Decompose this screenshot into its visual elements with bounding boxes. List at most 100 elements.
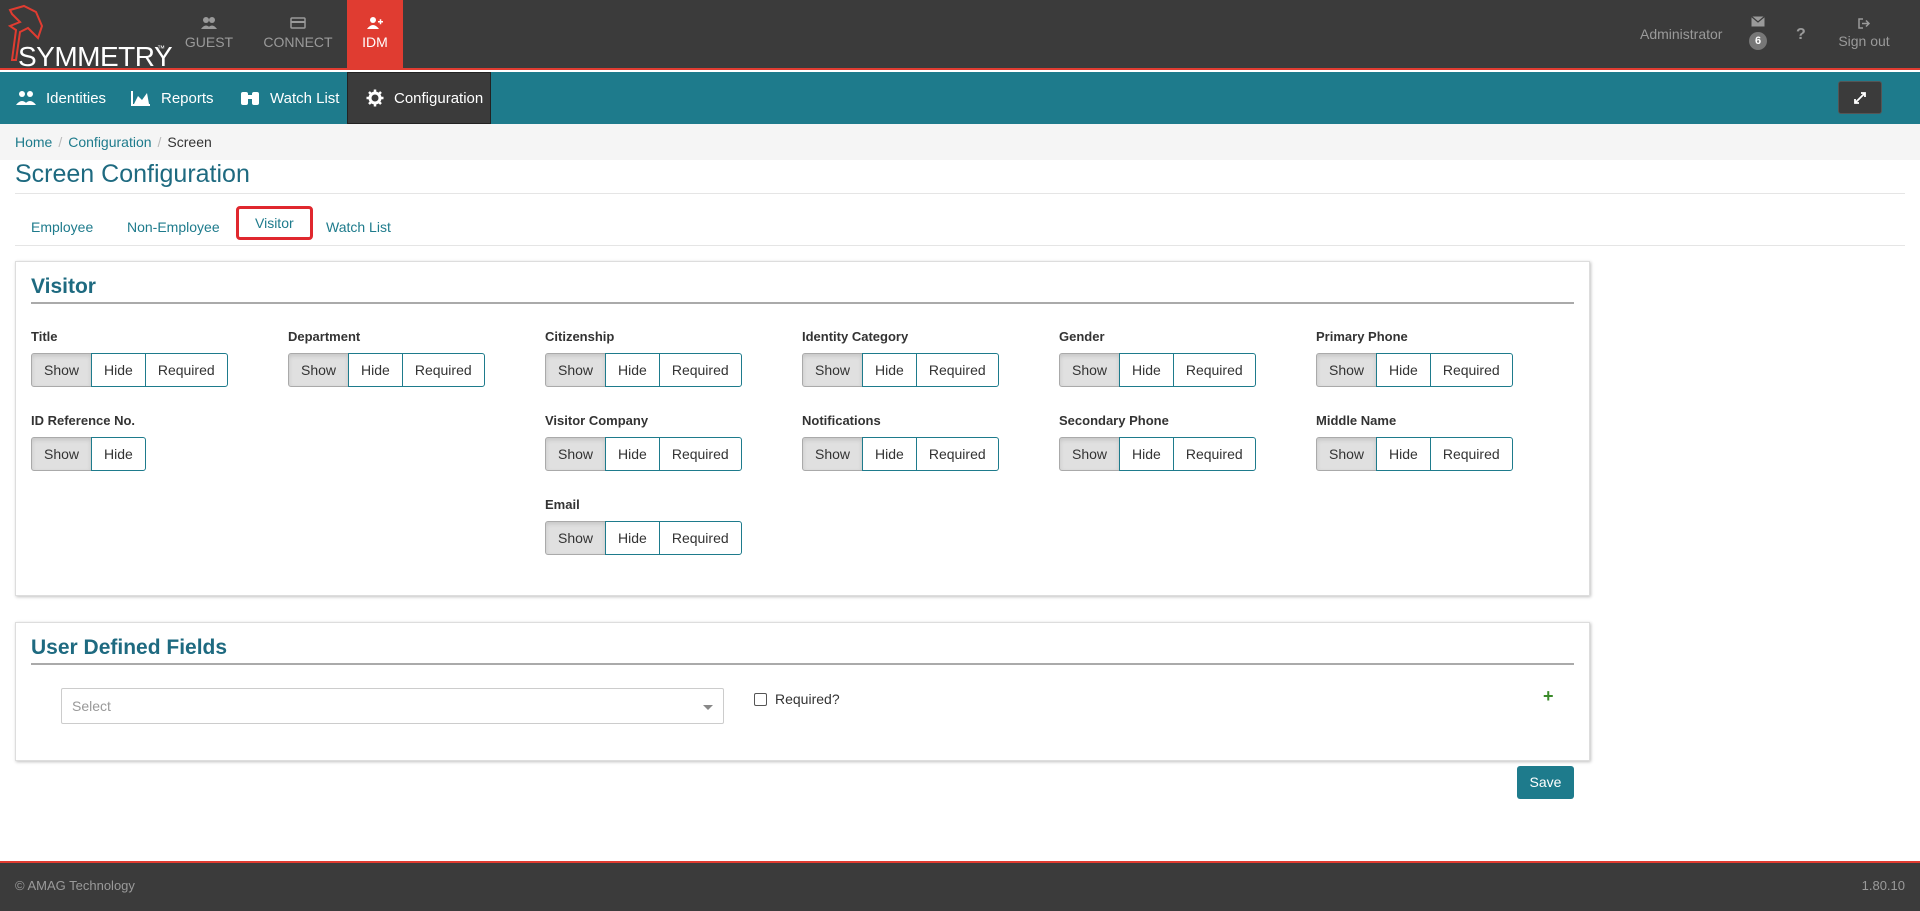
app-tab-idm[interactable]: IDM bbox=[347, 0, 403, 70]
user-defined-fields-panel: User Defined Fields Select Required? + bbox=[15, 622, 1590, 761]
save-button[interactable]: Save bbox=[1517, 766, 1574, 799]
required-option[interactable]: Required bbox=[1172, 437, 1256, 471]
show-option[interactable]: Show bbox=[802, 353, 864, 387]
page-title: Screen Configuration bbox=[15, 160, 250, 188]
required-option[interactable]: Required bbox=[915, 353, 999, 387]
fullscreen-button[interactable] bbox=[1838, 81, 1882, 114]
field-email: Email Show Hide Required bbox=[545, 497, 742, 555]
top-bar: SYMMETRY ™ GUEST CONNECT IDM Administrat… bbox=[0, 0, 1920, 72]
hide-option[interactable]: Hide bbox=[1119, 353, 1174, 387]
show-option[interactable]: Show bbox=[31, 437, 93, 471]
users-icon bbox=[16, 91, 36, 105]
field-secondary-phone: Secondary Phone Show Hide Required bbox=[1059, 413, 1256, 471]
show-option[interactable]: Show bbox=[545, 353, 607, 387]
hide-option[interactable]: Hide bbox=[862, 437, 917, 471]
expand-icon bbox=[1854, 91, 1866, 104]
nav-reports[interactable]: Reports bbox=[131, 72, 214, 124]
required-option[interactable]: Required bbox=[1429, 353, 1513, 387]
tab-watch-list[interactable]: Watch List bbox=[310, 210, 407, 244]
required-option[interactable]: Required bbox=[1429, 437, 1513, 471]
required-option[interactable]: Required bbox=[658, 437, 742, 471]
required-option[interactable]: Required bbox=[401, 353, 485, 387]
show-option[interactable]: Show bbox=[1316, 437, 1378, 471]
show-option[interactable]: Show bbox=[1316, 353, 1378, 387]
nav-label: Identities bbox=[46, 89, 107, 107]
card-icon bbox=[290, 17, 306, 29]
sign-out-button[interactable]: Sign out bbox=[1836, 0, 1892, 70]
field-label: ID Reference No. bbox=[31, 413, 136, 428]
sign-out-label: Sign out bbox=[1838, 33, 1890, 49]
hide-option[interactable]: Hide bbox=[605, 353, 660, 387]
hide-option[interactable]: Hide bbox=[605, 521, 660, 555]
visibility-toggle: Show Hide Required bbox=[1316, 353, 1513, 387]
visibility-toggle: Show Hide Required bbox=[545, 353, 742, 387]
app-tab-guest[interactable]: GUEST bbox=[180, 0, 238, 70]
panel-divider bbox=[31, 302, 1574, 304]
show-option[interactable]: Show bbox=[545, 521, 607, 555]
nav-identities[interactable]: Identities bbox=[16, 72, 106, 124]
hide-option[interactable]: Hide bbox=[91, 437, 146, 471]
hide-option[interactable]: Hide bbox=[862, 353, 917, 387]
required-option[interactable]: Required bbox=[144, 353, 228, 387]
field-label: Visitor Company bbox=[545, 413, 649, 428]
breadcrumb: Home / Configuration / Screen bbox=[0, 124, 1920, 160]
field-label: Department bbox=[288, 329, 361, 344]
visibility-toggle: Show Hide Required bbox=[1059, 437, 1256, 471]
messages[interactable]: 6 bbox=[1746, 0, 1770, 70]
user-name[interactable]: Administrator bbox=[1640, 0, 1722, 70]
tab-visitor[interactable]: Visitor bbox=[236, 206, 313, 240]
app-tab-connect[interactable]: CONNECT bbox=[258, 0, 338, 70]
nav-label: Watch List bbox=[270, 89, 340, 107]
field-visitor-company: Visitor Company Show Hide Required bbox=[545, 413, 742, 471]
binoculars-icon bbox=[241, 92, 259, 105]
breadcrumb-configuration[interactable]: Configuration bbox=[68, 134, 151, 150]
visibility-toggle: Show Hide Required bbox=[802, 437, 999, 471]
chevron-down-icon bbox=[703, 705, 713, 710]
hide-option[interactable]: Hide bbox=[1376, 353, 1431, 387]
breadcrumb-separator: / bbox=[58, 134, 63, 150]
required-option[interactable]: Required bbox=[1172, 353, 1256, 387]
show-option[interactable]: Show bbox=[1059, 353, 1121, 387]
hide-option[interactable]: Hide bbox=[1376, 437, 1431, 471]
visibility-toggle: Show Hide Required bbox=[1316, 437, 1513, 471]
field-label: Notifications bbox=[802, 413, 881, 428]
hide-option[interactable]: Hide bbox=[91, 353, 146, 387]
visitor-panel-title: Visitor bbox=[31, 275, 96, 298]
show-option[interactable]: Show bbox=[802, 437, 864, 471]
required-option[interactable]: Required bbox=[915, 437, 999, 471]
tab-non-employee[interactable]: Non-Employee bbox=[111, 210, 236, 244]
breadcrumb-home[interactable]: Home bbox=[15, 134, 52, 150]
version: 1.80.10 bbox=[1861, 878, 1905, 893]
show-option[interactable]: Show bbox=[31, 353, 93, 387]
visibility-toggle: Show Hide Required bbox=[545, 521, 742, 555]
tab-employee[interactable]: Employee bbox=[15, 210, 109, 244]
required-option[interactable]: Required bbox=[658, 353, 742, 387]
app-tab-label: CONNECT bbox=[263, 34, 333, 50]
users-icon bbox=[201, 17, 217, 29]
nav-configuration[interactable]: Configuration bbox=[347, 72, 491, 124]
required-checkbox[interactable] bbox=[754, 692, 767, 706]
show-option[interactable]: Show bbox=[545, 437, 607, 471]
field-label: Identity Category bbox=[802, 329, 909, 344]
field-identity-category: Identity Category Show Hide Required bbox=[802, 329, 999, 387]
field-id-reference: ID Reference No. Show Hide bbox=[31, 413, 146, 471]
hide-option[interactable]: Hide bbox=[1119, 437, 1174, 471]
udf-select[interactable]: Select bbox=[61, 688, 724, 724]
hide-option[interactable]: Hide bbox=[348, 353, 403, 387]
visibility-toggle: Show Hide Required bbox=[802, 353, 999, 387]
visitor-panel: Visitor Title Show Hide Required Departm… bbox=[15, 261, 1590, 596]
udf-panel-title: User Defined Fields bbox=[31, 636, 228, 659]
show-option[interactable]: Show bbox=[1059, 437, 1121, 471]
required-option[interactable]: Required bbox=[658, 521, 742, 555]
nav-watch-list[interactable]: Watch List bbox=[240, 72, 339, 124]
field-label: Secondary Phone bbox=[1059, 413, 1169, 428]
hide-option[interactable]: Hide bbox=[605, 437, 660, 471]
show-option[interactable]: Show bbox=[288, 353, 350, 387]
field-label: Gender bbox=[1059, 329, 1105, 344]
help-icon[interactable]: ? bbox=[1796, 0, 1806, 70]
add-field-icon[interactable]: + bbox=[1543, 686, 1554, 707]
envelope-icon bbox=[1751, 16, 1765, 27]
field-primary-phone: Primary Phone Show Hide Required bbox=[1316, 329, 1513, 387]
panel-divider bbox=[31, 663, 1574, 665]
symmetry-logo[interactable]: SYMMETRY ™ bbox=[6, 4, 173, 72]
